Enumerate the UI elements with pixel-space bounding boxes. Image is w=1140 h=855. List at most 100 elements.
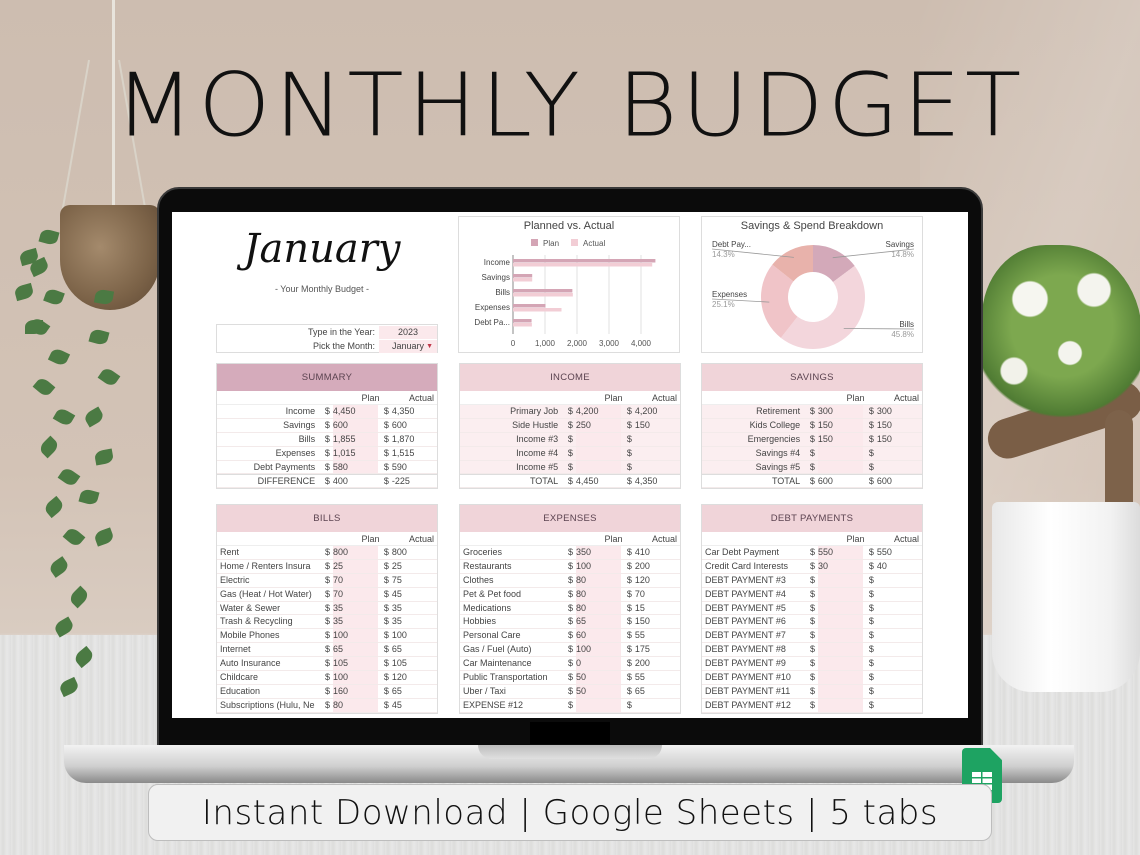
actual-cell[interactable]	[635, 447, 680, 460]
actual-cell[interactable]: 4,350	[635, 475, 680, 487]
actual-cell[interactable]: 4,200	[635, 405, 680, 418]
actual-cell[interactable]	[877, 461, 922, 474]
plan-cell[interactable]	[575, 460, 622, 474]
actual-cell[interactable]	[877, 699, 922, 712]
actual-cell[interactable]: 1,515	[392, 447, 437, 460]
plan-cell[interactable]: 1,015	[332, 446, 379, 460]
plan-cell[interactable]: 50	[575, 684, 622, 698]
plan-cell[interactable]	[817, 698, 864, 712]
plan-cell[interactable]: 600	[818, 475, 863, 487]
plan-cell[interactable]	[817, 446, 864, 460]
actual-cell[interactable]	[877, 447, 922, 460]
actual-cell[interactable]: 150	[877, 419, 922, 432]
plan-cell[interactable]: 30	[817, 559, 864, 573]
actual-cell[interactable]	[877, 671, 922, 684]
actual-cell[interactable]: 35	[392, 602, 437, 615]
actual-cell[interactable]: 70	[635, 588, 680, 601]
actual-cell[interactable]: 200	[635, 560, 680, 573]
actual-cell[interactable]: 150	[877, 433, 922, 446]
actual-cell[interactable]: 300	[877, 405, 922, 418]
actual-cell[interactable]: 410	[635, 546, 680, 559]
actual-cell[interactable]: 105	[392, 657, 437, 670]
actual-cell[interactable]: 800	[392, 546, 437, 559]
actual-cell[interactable]: 65	[392, 685, 437, 698]
actual-cell[interactable]: 120	[392, 671, 437, 684]
plan-cell[interactable]: 600	[332, 418, 379, 432]
actual-cell[interactable]: 55	[635, 671, 680, 684]
plan-cell[interactable]: 25	[332, 559, 379, 573]
plan-cell[interactable]: 65	[575, 615, 622, 629]
actual-cell[interactable]	[635, 433, 680, 446]
plan-cell[interactable]: 580	[332, 460, 379, 474]
plan-cell[interactable]: 50	[575, 671, 622, 684]
actual-cell[interactable]: 65	[635, 685, 680, 698]
plan-cell[interactable]: 80	[575, 601, 622, 615]
actual-cell[interactable]: 45	[392, 588, 437, 601]
actual-cell[interactable]: 590	[392, 461, 437, 474]
actual-cell[interactable]: 1,870	[392, 433, 437, 446]
plan-cell[interactable]: 400	[333, 475, 378, 487]
actual-cell[interactable]	[877, 615, 922, 628]
plan-cell[interactable]: 80	[575, 573, 622, 587]
plan-cell[interactable]	[817, 615, 864, 629]
plan-cell[interactable]: 100	[332, 629, 379, 643]
actual-cell[interactable]: 150	[635, 419, 680, 432]
plan-cell[interactable]: 1,855	[332, 432, 379, 446]
plan-cell[interactable]: 100	[575, 559, 622, 573]
plan-cell[interactable]	[817, 629, 864, 643]
plan-cell[interactable]: 4,450	[332, 405, 379, 418]
actual-cell[interactable]: 45	[392, 699, 437, 712]
actual-cell[interactable]: 75	[392, 574, 437, 587]
month-dropdown[interactable]: January ▼	[379, 340, 437, 353]
actual-cell[interactable]: 55	[635, 629, 680, 642]
actual-cell[interactable]	[877, 685, 922, 698]
actual-cell[interactable]	[877, 657, 922, 670]
plan-cell[interactable]: 550	[817, 546, 864, 559]
dropdown-caret-icon[interactable]: ▼	[426, 340, 433, 353]
plan-cell[interactable]: 150	[817, 418, 864, 432]
actual-cell[interactable]: 550	[877, 546, 922, 559]
plan-cell[interactable]: 100	[332, 671, 379, 684]
plan-cell[interactable]: 160	[332, 684, 379, 698]
plan-cell[interactable]	[817, 671, 864, 684]
plan-cell[interactable]: 800	[332, 546, 379, 559]
plan-cell[interactable]	[575, 698, 622, 712]
plan-cell[interactable]	[575, 432, 622, 446]
plan-cell[interactable]: 4,200	[575, 405, 622, 418]
year-input[interactable]: 2023	[379, 326, 437, 339]
actual-cell[interactable]: 600	[877, 475, 922, 487]
plan-cell[interactable]	[817, 460, 864, 474]
plan-cell[interactable]	[817, 573, 864, 587]
actual-cell[interactable]	[877, 643, 922, 656]
plan-cell[interactable]: 0	[575, 657, 622, 671]
plan-cell[interactable]: 60	[575, 629, 622, 643]
plan-cell[interactable]: 80	[332, 698, 379, 712]
plan-cell[interactable]: 70	[332, 573, 379, 587]
plan-cell[interactable]	[817, 643, 864, 657]
plan-cell[interactable]: 65	[332, 643, 379, 657]
plan-cell[interactable]: 150	[817, 432, 864, 446]
plan-cell[interactable]: 350	[575, 546, 622, 559]
actual-cell[interactable]: 65	[392, 643, 437, 656]
actual-cell[interactable]: 25	[392, 560, 437, 573]
plan-cell[interactable]	[817, 587, 864, 601]
plan-cell[interactable]: 35	[332, 615, 379, 629]
actual-cell[interactable]	[877, 588, 922, 601]
plan-cell[interactable]	[817, 684, 864, 698]
plan-cell[interactable]: 35	[332, 601, 379, 615]
plan-cell[interactable]: 80	[575, 587, 622, 601]
actual-cell[interactable]	[635, 699, 680, 712]
actual-cell[interactable]: 150	[635, 615, 680, 628]
actual-cell[interactable]	[877, 629, 922, 642]
plan-cell[interactable]: 70	[332, 587, 379, 601]
actual-cell[interactable]	[877, 602, 922, 615]
actual-cell[interactable]: 175	[635, 643, 680, 656]
plan-cell[interactable]	[817, 657, 864, 671]
actual-cell[interactable]: 600	[392, 419, 437, 432]
actual-cell[interactable]: 40	[877, 560, 922, 573]
actual-cell[interactable]: 15	[635, 602, 680, 615]
plan-cell[interactable]: 105	[332, 657, 379, 671]
actual-cell[interactable]: 4,350	[392, 405, 437, 418]
actual-cell[interactable]	[877, 574, 922, 587]
actual-cell[interactable]: 120	[635, 574, 680, 587]
